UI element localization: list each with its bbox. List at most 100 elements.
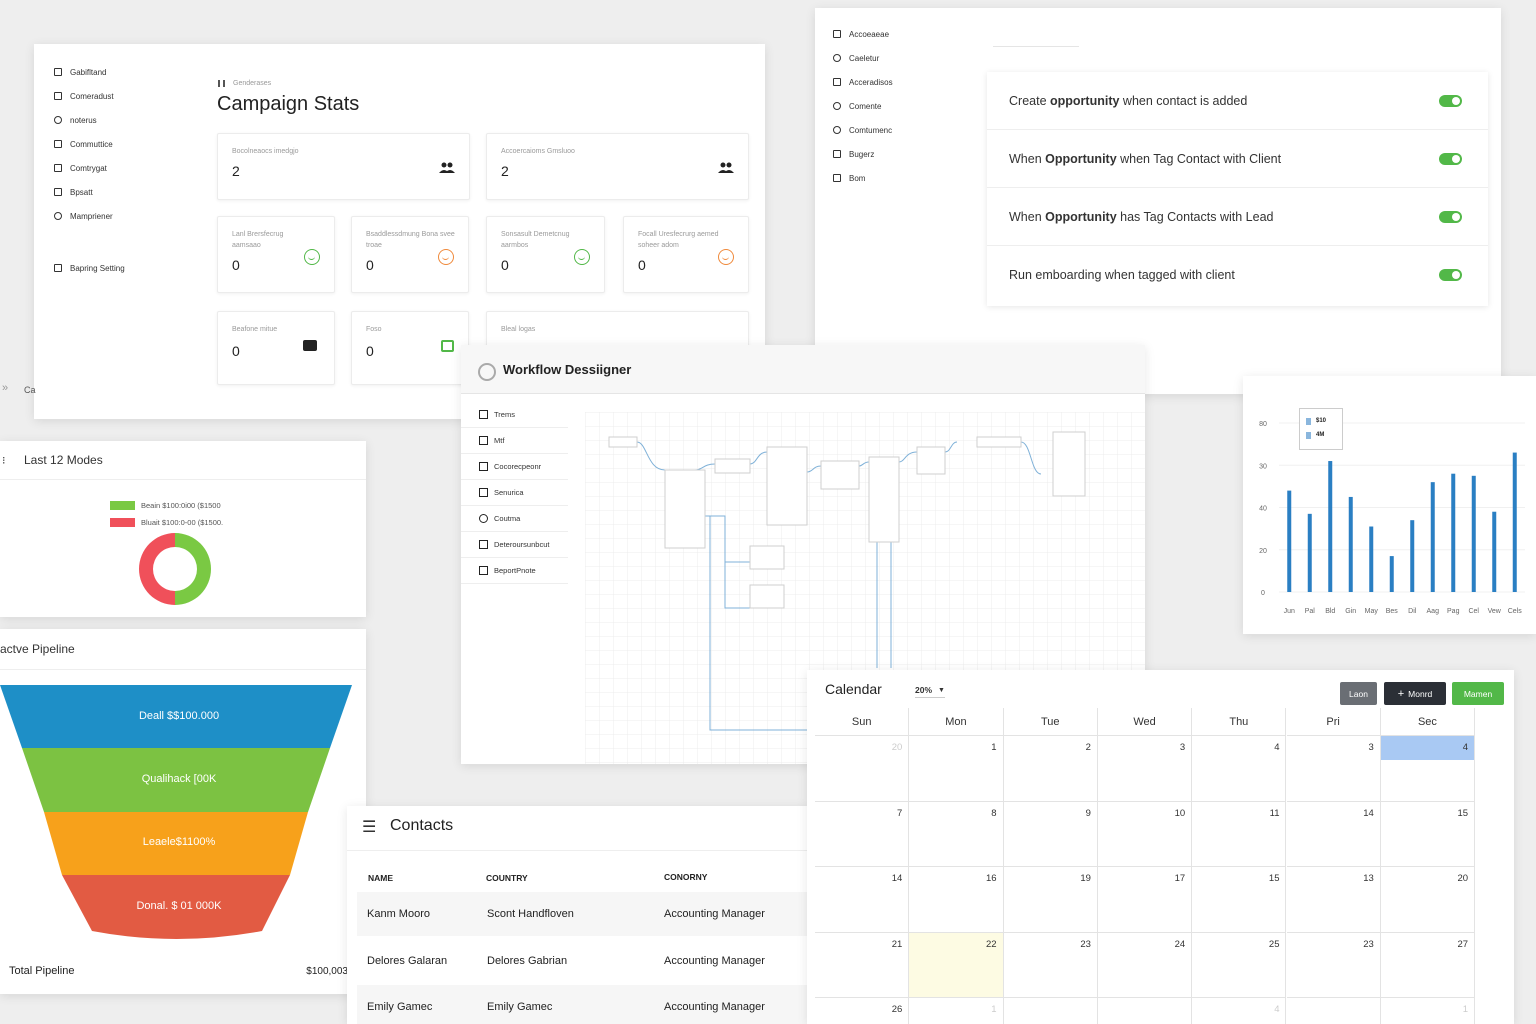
automations-nav-item[interactable]: Comtumenc xyxy=(833,118,973,142)
bar[interactable] xyxy=(1512,452,1517,592)
workflow-menu-item[interactable]: Senurica xyxy=(461,480,568,506)
workflow-menu-item[interactable]: Cocorecpeonr xyxy=(461,454,568,480)
automations-nav-item[interactable]: Accoeaeae xyxy=(833,22,973,46)
calendar-day[interactable]: 15 xyxy=(1192,867,1287,933)
calendar-day[interactable]: 25 xyxy=(1192,932,1287,998)
calendar-day[interactable] xyxy=(1098,998,1193,1024)
calendar-day[interactable]: 21 xyxy=(815,932,910,998)
calendar-day[interactable]: 14 xyxy=(1286,801,1381,867)
collapse-icon[interactable]: » xyxy=(2,382,8,394)
stat-card[interactable]: Accoercaioms Gmsluoo 2 xyxy=(486,133,749,200)
rule-toggle[interactable] xyxy=(1439,210,1462,223)
calendar-day[interactable]: 20 xyxy=(815,736,910,802)
calendar-day[interactable]: 13 xyxy=(1286,867,1381,933)
campaign-nav-item[interactable]: Mampriener xyxy=(54,204,194,228)
stat-card[interactable]: Beafone mitue 0 xyxy=(217,311,335,385)
table-row[interactable]: Kanm Mooro Scont Handfloven Accounting M… xyxy=(357,892,809,936)
calendar-day[interactable]: 4 xyxy=(1192,736,1287,802)
calendar-day[interactable] xyxy=(1287,998,1381,1024)
bar[interactable] xyxy=(1430,482,1435,592)
calendar-day[interactable]: 3 xyxy=(1286,736,1381,802)
workflow-menu-item[interactable]: Coutma xyxy=(461,506,568,532)
zoom-select[interactable]: 20% ▼ xyxy=(915,685,945,698)
calendar-day[interactable]: 1 xyxy=(1381,998,1476,1024)
workflow-menu-item[interactable]: Trems xyxy=(461,402,568,428)
calendar-day[interactable]: 23 xyxy=(1286,932,1381,998)
column-header[interactable]: COUNTRY xyxy=(486,873,528,883)
calendar-day[interactable]: 10 xyxy=(1097,801,1193,867)
automations-nav-item[interactable]: Bugerz xyxy=(833,142,973,166)
donut-slice[interactable] xyxy=(175,533,211,605)
calendar-day[interactable]: 11 xyxy=(1192,801,1287,867)
bar[interactable] xyxy=(1328,461,1333,592)
automations-nav-item[interactable]: Caeletur xyxy=(833,46,973,70)
automation-rule[interactable]: Create opportunity when contact is added xyxy=(987,72,1488,130)
table-row[interactable]: Delores Galaran Delores Gabrian Accounti… xyxy=(357,939,809,983)
calendar-day[interactable]: 24 xyxy=(1097,932,1193,998)
workflow-menu-item[interactable]: Deteroursunbcut xyxy=(461,532,568,558)
campaign-nav-item[interactable]: Bpsatt xyxy=(54,180,194,204)
campaign-nav-item[interactable]: Commuttice xyxy=(54,132,194,156)
rule-toggle[interactable] xyxy=(1439,94,1462,107)
mamen-button[interactable]: Mamen xyxy=(1452,682,1504,705)
automation-rule[interactable]: When Opportunity has Tag Contacts with L… xyxy=(987,188,1488,246)
bar[interactable] xyxy=(1410,520,1415,592)
automation-rule[interactable]: When Opportunity when Tag Contact with C… xyxy=(987,130,1488,188)
column-header[interactable]: NAME xyxy=(368,873,393,883)
rule-toggle[interactable] xyxy=(1439,269,1462,281)
campaign-nav-setting[interactable]: Bapring Setting xyxy=(54,256,194,280)
calendar-day[interactable]: 26 xyxy=(815,998,910,1024)
campaign-nav-item[interactable]: Comtrygat xyxy=(54,156,194,180)
calendar-day[interactable]: 23 xyxy=(1003,932,1098,998)
bar[interactable] xyxy=(1389,556,1394,592)
automation-rule[interactable]: Run emboarding when tagged with client xyxy=(987,246,1488,304)
bar[interactable] xyxy=(1492,511,1497,592)
donut-slice[interactable] xyxy=(139,533,175,605)
automations-nav-item[interactable]: Acceradisos xyxy=(833,70,973,94)
calendar-day[interactable]: 2 xyxy=(1003,736,1098,802)
campaign-nav-item[interactable]: Gabifltand xyxy=(54,60,194,84)
rule-toggle[interactable] xyxy=(1439,152,1462,165)
calendar-day[interactable]: 8 xyxy=(909,801,1004,867)
campaign-nav-item[interactable]: noterus xyxy=(54,108,194,132)
stat-card[interactable]: Foso 0 xyxy=(351,311,469,385)
campaign-nav-item[interactable]: Comeradust xyxy=(54,84,194,108)
bar[interactable] xyxy=(1287,490,1292,592)
calendar-day[interactable]: 19 xyxy=(1003,867,1098,933)
monrd-button[interactable]: + Monrd xyxy=(1384,682,1446,705)
calendar-day[interactable]: 20 xyxy=(1380,867,1476,933)
bar[interactable] xyxy=(1369,526,1374,592)
stat-card[interactable]: Lanl Brersfecrug aamsaao 0 xyxy=(217,216,335,293)
calendar-day[interactable]: 27 xyxy=(1380,932,1476,998)
stat-card[interactable]: Sonsasult Demetcnug aarmbos 0 xyxy=(486,216,605,293)
calendar-day[interactable]: 1 xyxy=(909,998,1004,1024)
stat-card[interactable]: Bsaddlessdmung Bona svee troae 0 xyxy=(351,216,469,293)
calendar-day[interactable]: 4 xyxy=(1192,998,1287,1024)
calendar-day[interactable]: 3 xyxy=(1097,736,1193,802)
calendar-day[interactable]: 9 xyxy=(1003,801,1098,867)
stat-card[interactable]: Bocolneaocs imedgjo 2 xyxy=(217,133,470,200)
bar[interactable] xyxy=(1471,475,1476,592)
automations-nav-item[interactable]: Comente xyxy=(833,94,973,118)
calendar-day[interactable]: 14 xyxy=(815,867,910,933)
column-header[interactable]: CONORNY xyxy=(664,872,707,882)
calendar-day[interactable]: 15 xyxy=(1380,801,1476,867)
calendar-day[interactable]: 7 xyxy=(815,801,910,867)
calendar-day[interactable]: 22 xyxy=(909,932,1004,998)
calendar-day[interactable]: 1 xyxy=(909,736,1004,802)
bar[interactable] xyxy=(1348,496,1353,592)
workflow-menu-item[interactable]: Mtf xyxy=(461,428,568,454)
selected-day[interactable]: 4 xyxy=(1380,736,1475,760)
stat-card[interactable]: Focall Uresfecrurg aemed soheer adom 0 xyxy=(623,216,749,293)
bar[interactable] xyxy=(1307,513,1312,592)
automations-nav-item[interactable]: Bom xyxy=(833,166,973,190)
workflow-menu-item[interactable]: BeportPnote xyxy=(461,558,568,584)
calendar-day[interactable]: 4 xyxy=(1380,736,1476,802)
laon-button[interactable]: Laon xyxy=(1340,682,1377,705)
bar[interactable] xyxy=(1451,473,1456,592)
table-row[interactable]: Emily Gamec Emily Gamec Accounting Manag… xyxy=(357,985,809,1024)
more-icon[interactable]: ⁝ xyxy=(2,454,6,467)
calendar-day[interactable]: 17 xyxy=(1097,867,1193,933)
calendar-day[interactable] xyxy=(1004,998,1098,1024)
calendar-day[interactable]: 16 xyxy=(909,867,1004,933)
